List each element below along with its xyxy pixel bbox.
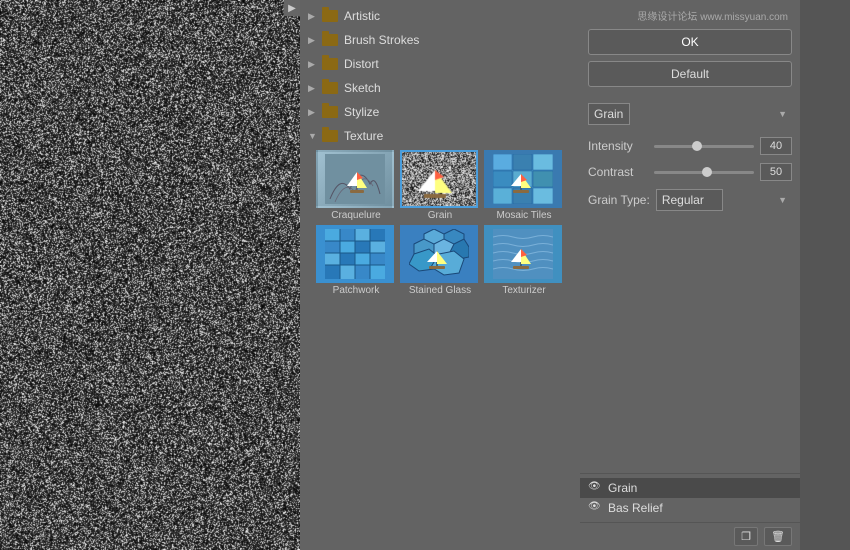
preview-toggle[interactable]: ▶ [284, 0, 300, 16]
texture-img-patchwork [316, 225, 394, 283]
intensity-slider-container [654, 139, 754, 153]
texture-thumb-mosaic[interactable]: Mosaic Tiles [484, 150, 564, 221]
intensity-value[interactable] [760, 137, 792, 155]
filter-group-sketch: ▶ Sketch [300, 76, 580, 100]
filter-group-header-sketch[interactable]: ▶ Sketch [300, 78, 580, 98]
grain-type-row: Grain Type: Regular Soft Sprinkles Clump… [588, 189, 792, 211]
texture-img-craquelure [316, 150, 394, 208]
eye-icon-grain[interactable] [588, 483, 602, 493]
contrast-track [654, 171, 754, 174]
texture-label-grain: Grain [400, 210, 480, 221]
filter-group-label-brush: Brush Strokes [344, 33, 419, 47]
intensity-label: Intensity [588, 139, 648, 153]
layer-label-basrelief: Bas Relief [608, 501, 663, 515]
preview-panel: ▶ [0, 0, 300, 550]
intensity-thumb[interactable] [692, 141, 702, 151]
texture-thumb-craquelure[interactable]: Craquelure [316, 150, 396, 221]
folder-icon-artistic [322, 10, 338, 22]
texture-img-mosaic [484, 150, 562, 208]
texture-img-texturizer [484, 225, 562, 283]
contrast-thumb[interactable] [702, 167, 712, 177]
layers-panel: Grain Bas Relief [580, 473, 800, 522]
settings-panel: 思缘设计论坛 www.missyuan.com OK Default Grain… [580, 0, 800, 550]
contrast-label: Contrast [588, 165, 648, 179]
filter-group-artistic: ▶ Artistic [300, 4, 580, 28]
texture-img-grain [400, 150, 478, 208]
duplicate-layer-button[interactable]: ❐ [734, 527, 758, 546]
filter-group-distort: ▶ Distort [300, 52, 580, 76]
filter-select-row: Grain [588, 103, 792, 125]
filter-group-label-texture: Texture [344, 129, 383, 143]
filter-group-header-texture[interactable]: ▼ Texture [300, 126, 580, 146]
settings-buttons: 思缘设计论坛 www.missyuan.com OK Default [580, 0, 800, 95]
layers-toolbar: ❐ 🗑 [580, 522, 800, 550]
filter-dropdown-wrapper: Grain [588, 103, 792, 125]
ok-button[interactable]: OK [588, 29, 792, 55]
layer-label-grain: Grain [608, 481, 637, 495]
grain-type-select[interactable]: Regular Soft Sprinkles Clumped Contrasty… [656, 189, 723, 211]
texture-thumb-patchwork[interactable]: Patchwork [316, 225, 396, 296]
folder-icon-texture [322, 130, 338, 142]
grain-type-dropdown-wrapper: Regular Soft Sprinkles Clumped Contrasty… [656, 189, 792, 211]
layer-item-basrelief[interactable]: Bas Relief [580, 498, 800, 518]
filter-group-label-sketch: Sketch [344, 81, 381, 95]
filter-group-stylize: ▶ Stylize [300, 100, 580, 124]
texture-label-craquelure: Craquelure [316, 210, 396, 221]
texture-thumb-stained[interactable]: Stained Glass [400, 225, 480, 296]
intensity-track [654, 145, 754, 148]
filter-group-header-distort[interactable]: ▶ Distort [300, 54, 580, 74]
texture-label-patchwork: Patchwork [316, 285, 396, 296]
texture-label-texturizer: Texturizer [484, 285, 564, 296]
texture-thumb-texturizer[interactable]: Texturizer [484, 225, 564, 296]
folder-icon-sketch [322, 82, 338, 94]
contrast-slider-container [654, 165, 754, 179]
filters-panel: ▶ Artistic ▶ Brush Strokes ▶ Distort ▶ S… [300, 0, 580, 550]
filter-group-label-distort: Distort [344, 57, 379, 71]
texture-thumb-grain[interactable]: Grain [400, 150, 480, 221]
filter-select[interactable]: Grain [588, 103, 630, 125]
filter-group-brush: ▶ Brush Strokes [300, 28, 580, 52]
layer-item-grain[interactable]: Grain [580, 478, 800, 498]
filter-group-header-brush[interactable]: ▶ Brush Strokes [300, 30, 580, 50]
folder-icon-stylize [322, 106, 338, 118]
filter-group-header-stylize[interactable]: ▶ Stylize [300, 102, 580, 122]
intensity-row: Intensity [588, 137, 792, 155]
texture-img-stained [400, 225, 478, 283]
preview-canvas [0, 0, 300, 550]
grain-type-label: Grain Type: [588, 193, 650, 207]
filter-group-header-artistic[interactable]: ▶ Artistic [300, 6, 580, 26]
controls-area: Grain Intensity Contrast [580, 95, 800, 473]
contrast-value[interactable] [760, 163, 792, 181]
folder-icon-distort [322, 58, 338, 70]
folder-icon-brush [322, 34, 338, 46]
filter-group-texture: ▼ Texture [300, 124, 580, 302]
texture-grid: Craquelure Grain [300, 146, 580, 300]
filter-group-label-artistic: Artistic [344, 9, 380, 23]
delete-layer-button[interactable]: 🗑 [764, 527, 792, 546]
texture-label-stained: Stained Glass [400, 285, 480, 296]
contrast-row: Contrast [588, 163, 792, 181]
default-button[interactable]: Default [588, 61, 792, 87]
filter-group-label-stylize: Stylize [344, 105, 379, 119]
texture-label-mosaic: Mosaic Tiles [484, 210, 564, 221]
eye-icon-basrelief[interactable] [588, 503, 602, 513]
